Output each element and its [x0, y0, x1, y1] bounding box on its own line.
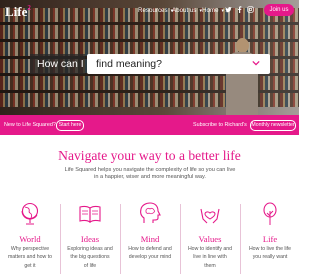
card-desc: Exploring ideas and — [67, 246, 113, 252]
start-here-button[interactable]: Start here — [56, 120, 84, 131]
card-life[interactable]: Life How to live the life you really wan… — [242, 198, 298, 278]
caret-down-icon: ▾ — [221, 7, 225, 14]
card-title: Life — [262, 234, 278, 244]
instagram-icon[interactable] — [247, 6, 254, 13]
card-values[interactable]: Values How to identify and live in line … — [182, 198, 238, 278]
logo-text: Life — [5, 4, 28, 19]
topic-cards: World Why perspective matters and how to… — [0, 198, 299, 278]
brain-head-icon — [140, 202, 161, 223]
card-title: Values — [198, 234, 222, 244]
divider — [240, 204, 241, 274]
card-title: Ideas — [80, 234, 100, 244]
card-desc: them — [204, 262, 216, 269]
page-headline: Navigate your way to a better life — [58, 148, 241, 163]
card-desc: How to defend and — [128, 246, 172, 252]
nav-resources-label: Resources — [138, 7, 168, 14]
chevron-down-icon[interactable] — [251, 55, 261, 73]
search-prompt-label: How can I — [30, 54, 85, 74]
card-desc: Why perspective — [10, 246, 50, 252]
card-desc: How to identify and — [187, 246, 233, 252]
open-book-icon — [79, 205, 101, 224]
join-us-button[interactable]: Join us — [264, 4, 294, 16]
nav-home-label: Home — [202, 7, 219, 14]
card-desc: matters and how to — [7, 254, 53, 261]
nav-resources[interactable]: Resources ▾ — [138, 7, 173, 14]
tree-icon — [263, 202, 277, 225]
subscribe-text: Subscribe to Richard's — [193, 122, 247, 128]
card-desc: live in line with — [193, 254, 227, 261]
facebook-icon[interactable] — [236, 6, 243, 13]
site-logo[interactable]: Life2 — [5, 4, 31, 20]
divider — [60, 204, 61, 274]
card-desc: the big questions — [70, 254, 110, 261]
card-desc: develop your mind — [128, 254, 172, 261]
nav-about-us[interactable]: About us ▾ — [172, 7, 202, 14]
card-title: Mind — [140, 234, 160, 244]
globe-icon — [21, 202, 39, 225]
card-desc: of life — [83, 262, 97, 269]
subscribe-bar: New to Life Squared? Start here Subscrib… — [0, 115, 299, 135]
nav-home[interactable]: Home ▾ — [202, 7, 224, 14]
card-desc: get it — [24, 262, 36, 269]
twitter-icon[interactable] — [225, 6, 232, 13]
card-title: World — [19, 234, 41, 244]
card-mind[interactable]: Mind How to defend and develop your mind — [122, 198, 178, 278]
card-ideas[interactable]: Ideas Exploring ideas and the big questi… — [62, 198, 118, 278]
monthly-newsletter-button[interactable]: Monthly newsletter — [250, 120, 296, 131]
divider — [120, 204, 121, 274]
heart-hands-icon — [200, 208, 220, 224]
nav-about-label: About us — [172, 7, 197, 14]
intro-text: Life Squared helps you navigate the comp… — [64, 167, 236, 181]
search-value: find meaning? — [96, 58, 162, 70]
card-world[interactable]: World Why perspective matters and how to… — [2, 198, 58, 278]
search-dropdown[interactable]: find meaning? — [87, 54, 270, 74]
card-desc: How to live the life — [248, 246, 292, 252]
divider — [180, 204, 181, 274]
card-desc: you really want — [252, 254, 288, 261]
logo-mark: 2 — [27, 4, 31, 12]
new-to-text: New to Life Squared? — [4, 122, 56, 128]
